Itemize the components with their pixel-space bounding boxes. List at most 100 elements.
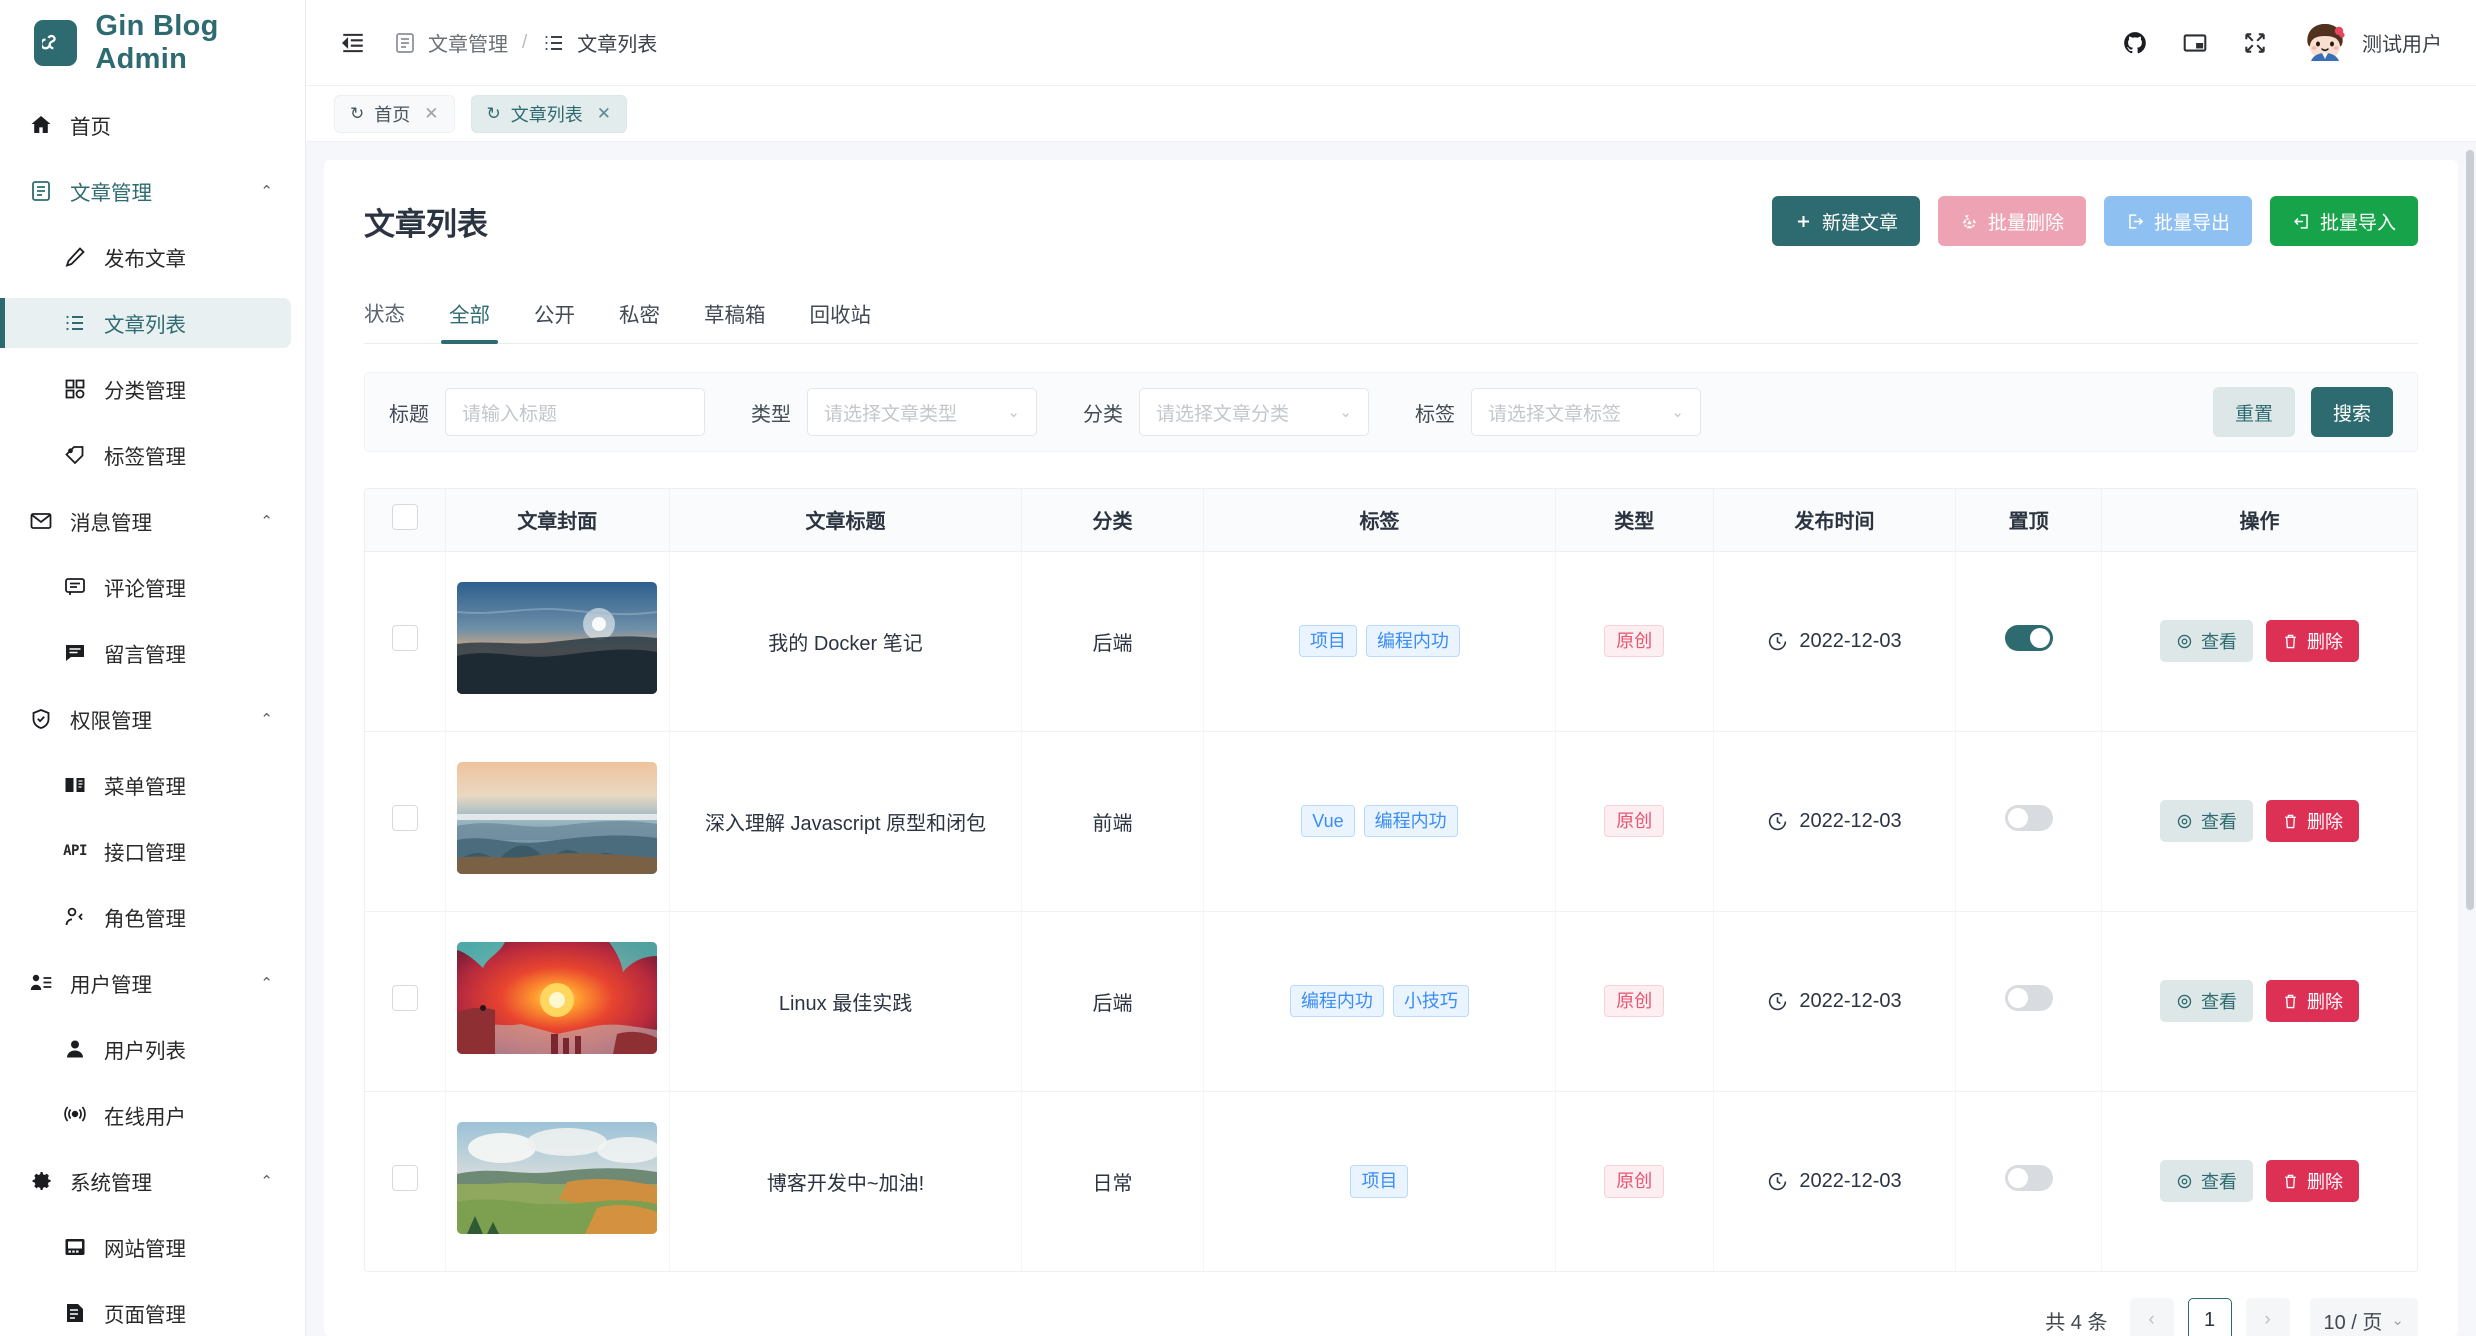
type-badge: 原创 xyxy=(1604,805,1664,838)
published-time: 2022-12-03 xyxy=(1714,990,1956,1013)
github-icon[interactable] xyxy=(2122,30,2148,56)
sidebar-item-api[interactable]: API 接口管理 xyxy=(0,826,305,876)
new-article-button[interactable]: 新建文章 xyxy=(1772,196,1920,246)
sidebar-item-article-list[interactable]: 文章列表 xyxy=(0,298,291,348)
sidebar-item-category[interactable]: 分类管理 xyxy=(0,364,305,414)
delete-button[interactable]: 删除 xyxy=(2266,620,2359,662)
pin-toggle[interactable] xyxy=(2005,805,2053,831)
collapse-sidebar-icon[interactable] xyxy=(340,30,366,56)
tag-list: 项目 xyxy=(1204,1165,1555,1198)
tag-chip[interactable]: 项目 xyxy=(1299,625,1357,658)
status-tab-private[interactable]: 私密 xyxy=(597,298,682,343)
sidebar-group-users[interactable]: 用户管理 ⌃ xyxy=(0,958,305,1008)
pin-toggle[interactable] xyxy=(2005,985,2053,1011)
row-checkbox[interactable] xyxy=(392,625,418,651)
sidebar-item-tag[interactable]: 标签管理 xyxy=(0,430,305,480)
sidebar-group-messages[interactable]: 消息管理 ⌃ xyxy=(0,496,305,546)
picture-in-picture-icon[interactable] xyxy=(2182,30,2208,56)
status-tab-draft[interactable]: 草稿箱 xyxy=(682,298,788,343)
sidebar-label-publish-article: 发布文章 xyxy=(104,242,186,272)
sidebar-label-home: 首页 xyxy=(70,110,111,140)
sidebar-item-role[interactable]: 角色管理 xyxy=(0,892,305,942)
category-select-placeholder: 请选择文章分类 xyxy=(1156,399,1289,426)
view-button[interactable]: 查看 xyxy=(2160,800,2253,842)
pagination-prev-button[interactable]: ‹ xyxy=(2130,1298,2174,1336)
sidebar-item-page[interactable]: 页面管理 xyxy=(0,1288,305,1336)
sidebar-item-home[interactable]: 首页 xyxy=(0,100,305,150)
article-cover-thumbnail[interactable] xyxy=(457,762,657,874)
status-tab-all[interactable]: 全部 xyxy=(427,298,512,343)
sidebar-item-publish-article[interactable]: 发布文章 xyxy=(0,232,305,282)
article-cover-thumbnail[interactable] xyxy=(457,942,657,1054)
chevron-down-icon: ⌄ xyxy=(1661,403,1684,421)
sidebar-item-menu[interactable]: 菜单管理 xyxy=(0,760,305,810)
page-tab-label-home: 首页 xyxy=(374,101,410,127)
pagination-page-1[interactable]: 1 xyxy=(2188,1298,2232,1336)
view-button[interactable]: 查看 xyxy=(2160,980,2253,1022)
batch-export-button[interactable]: 批量导出 xyxy=(2104,196,2252,246)
fullscreen-icon[interactable] xyxy=(2242,30,2268,56)
batch-import-button[interactable]: 批量导入 xyxy=(2270,196,2418,246)
batch-delete-button[interactable]: 批量删除 xyxy=(1938,196,2086,246)
sidebar-group-permissions[interactable]: 权限管理 ⌃ xyxy=(0,694,305,744)
breadcrumb-item-article-list[interactable]: 文章列表 xyxy=(541,28,657,57)
pin-toggle[interactable] xyxy=(2005,1165,2053,1191)
page-tab-article-list[interactable]: ↻ 文章列表 ✕ xyxy=(471,95,628,133)
chevron-up-icon: ⌃ xyxy=(260,512,273,530)
sidebar-label-users: 用户管理 xyxy=(70,968,152,998)
delete-button[interactable]: 删除 xyxy=(2266,1160,2359,1202)
page-tab-home[interactable]: ↻ 首页 ✕ xyxy=(334,95,455,133)
tag-chip[interactable]: 编程内功 xyxy=(1364,805,1458,838)
tag-chip[interactable]: 小技巧 xyxy=(1393,985,1469,1018)
sidebar-item-website[interactable]: 网站管理 xyxy=(0,1222,305,1272)
type-select[interactable]: 请选择文章类型 ⌄ xyxy=(807,388,1037,436)
article-icon xyxy=(28,178,54,204)
cell-pinned xyxy=(1956,551,2102,731)
tag-select[interactable]: 请选择文章标签 ⌄ xyxy=(1471,388,1701,436)
close-icon[interactable]: ✕ xyxy=(597,104,611,124)
reset-button[interactable]: 重置 xyxy=(2213,387,2295,437)
sidebar-item-online-users[interactable]: 在线用户 xyxy=(0,1090,305,1140)
tag-chip[interactable]: 编程内功 xyxy=(1290,985,1384,1018)
sidebar-label-menu: 菜单管理 xyxy=(104,770,186,800)
pagination-next-button[interactable]: › xyxy=(2246,1298,2290,1336)
row-checkbox[interactable] xyxy=(392,985,418,1011)
tag-chip[interactable]: 项目 xyxy=(1350,1165,1408,1198)
row-checkbox[interactable] xyxy=(392,1165,418,1191)
brand[interactable]: Gin Blog Admin xyxy=(0,0,305,86)
category-select[interactable]: 请选择文章分类 ⌄ xyxy=(1139,388,1369,436)
select-all-checkbox[interactable] xyxy=(392,504,418,530)
view-button[interactable]: 查看 xyxy=(2160,620,2253,662)
user-menu[interactable]: 测试用户 xyxy=(2302,20,2442,66)
pin-toggle[interactable] xyxy=(2005,625,2053,651)
sidebar-group-articles[interactable]: 文章管理 ⌃ xyxy=(0,166,305,216)
article-cover-thumbnail[interactable] xyxy=(457,1122,657,1234)
article-cover-thumbnail[interactable] xyxy=(457,582,657,694)
status-tab-recycle[interactable]: 回收站 xyxy=(788,298,894,343)
sidebar-item-user-list[interactable]: 用户列表 xyxy=(0,1024,305,1074)
page-size-select[interactable]: 10 / 页 ⌄ xyxy=(2310,1298,2419,1336)
app-root: Gin Blog Admin 首页 文章管理 ⌃ xyxy=(0,0,2476,1336)
view-label: 查看 xyxy=(2201,1168,2237,1194)
page-tabs-bar: ↻ 首页 ✕ ↻ 文章列表 ✕ xyxy=(306,86,2476,142)
search-button[interactable]: 搜索 xyxy=(2311,387,2393,437)
published-time-label: 2022-12-03 xyxy=(1799,1170,1901,1193)
close-icon[interactable]: ✕ xyxy=(424,104,438,124)
cell-type: 原创 xyxy=(1555,551,1713,731)
sidebar-group-system[interactable]: 系统管理 ⌃ xyxy=(0,1156,305,1206)
delete-button[interactable]: 删除 xyxy=(2266,980,2359,1022)
sidebar-item-guestbook[interactable]: 留言管理 xyxy=(0,628,305,678)
refresh-icon: ↻ xyxy=(350,104,364,124)
title-input[interactable]: 请输入标题 xyxy=(445,388,705,436)
row-checkbox[interactable] xyxy=(392,805,418,831)
view-button[interactable]: 查看 xyxy=(2160,1160,2253,1202)
vertical-scrollbar[interactable] xyxy=(2466,150,2474,910)
sidebar-item-comments[interactable]: 评论管理 xyxy=(0,562,305,612)
filter-category-label: 分类 xyxy=(1083,398,1123,427)
status-tab-public[interactable]: 公开 xyxy=(512,298,597,343)
tag-chip[interactable]: 编程内功 xyxy=(1366,625,1460,658)
delete-button[interactable]: 删除 xyxy=(2266,800,2359,842)
breadcrumb-item-articles[interactable]: 文章管理 xyxy=(392,28,508,57)
broadcast-icon xyxy=(62,1102,88,1128)
tag-chip[interactable]: Vue xyxy=(1301,805,1354,838)
